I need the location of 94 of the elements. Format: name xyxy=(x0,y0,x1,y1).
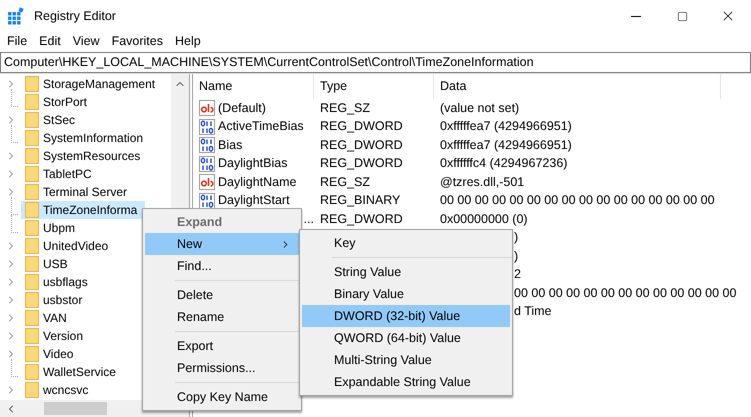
window-title: Registry Editor xyxy=(34,8,116,25)
folder-icon xyxy=(25,148,39,164)
menu-item[interactable]: Expandable String Value xyxy=(302,371,510,393)
menu-item[interactable]: String Value xyxy=(302,261,510,283)
column-header[interactable]: Data xyxy=(434,74,721,99)
value-name[interactable]: ActiveTimeBias xyxy=(218,117,304,136)
tree-item[interactable]: StorageManagement xyxy=(21,75,164,93)
menu-item[interactable]: Delete xyxy=(145,284,299,306)
tree-item[interactable]: Video xyxy=(21,345,82,363)
tree-item[interactable]: StSec xyxy=(21,111,84,129)
tree-item[interactable]: TimeZoneInforma xyxy=(21,201,146,219)
tree-item[interactable]: SystemInformation xyxy=(21,129,152,147)
binary-value-icon xyxy=(199,118,215,135)
value-data: 0xffffffc4 (4294967236) xyxy=(440,156,568,170)
value-data: 2 xyxy=(514,267,521,282)
menu-item[interactable]: Rename xyxy=(145,306,299,328)
tree-item[interactable]: USB xyxy=(21,255,76,273)
menu-item[interactable]: New xyxy=(145,233,299,255)
tree-item[interactable]: Version xyxy=(21,327,92,345)
address-field[interactable]: Computer\HKEY_LOCAL_MACHINE\SYSTEM\CurrentControlSet\Control\TimeZoneInformation xyxy=(0,52,751,73)
menu-bar-item[interactable]: Help xyxy=(168,32,207,51)
value-data: d Time xyxy=(514,304,552,318)
value-name[interactable]: DaylightStart xyxy=(218,191,290,210)
menu-item[interactable]: Permissions... xyxy=(145,357,299,379)
folder-icon xyxy=(25,256,39,272)
folder-icon xyxy=(25,292,39,308)
tree-item[interactable]: WalletService xyxy=(21,363,124,381)
value-data: 00 00 00 00 00 00 00 00 00 00 00 00 00 00 00 00 xyxy=(440,193,715,208)
value-data: 0x00000000 (0) xyxy=(440,212,528,226)
folder-icon xyxy=(25,184,39,200)
menu-bar-item[interactable]: Edit xyxy=(33,32,67,51)
folder-icon xyxy=(25,382,39,398)
menu-item[interactable]: Export xyxy=(145,335,299,357)
folder-icon xyxy=(25,166,39,182)
folder-icon xyxy=(25,346,39,362)
column-header[interactable]: Type xyxy=(314,74,434,99)
value-name[interactable]: (Default) xyxy=(218,98,266,118)
menu-bar-item[interactable]: Favorites xyxy=(106,32,169,51)
tree-item[interactable]: VAN xyxy=(21,309,75,327)
tree-item[interactable]: Ubpm xyxy=(21,219,84,237)
menu-bar-item[interactable]: View xyxy=(66,32,106,51)
value-name[interactable]: DaylightName xyxy=(218,172,297,192)
string-value-icon xyxy=(199,174,215,190)
value-name[interactable]: Bias xyxy=(218,136,242,155)
value-type: REG_SZ xyxy=(320,100,370,115)
menu-item[interactable]: Binary Value xyxy=(302,283,510,305)
menu-item[interactable]: Key xyxy=(302,232,510,254)
folder-icon xyxy=(25,310,39,326)
menu-item[interactable]: Multi-String Value xyxy=(302,349,510,371)
tree-item[interactable]: usbstor xyxy=(21,291,90,309)
binary-value-icon xyxy=(199,137,215,154)
folder-icon xyxy=(25,274,39,290)
scrollbar-thumb[interactable] xyxy=(44,402,107,415)
maximize-icon xyxy=(676,10,688,22)
folder-icon xyxy=(25,328,39,344)
tree-item[interactable]: UnitedVideo xyxy=(21,237,116,255)
tree-item[interactable]: SystemResources xyxy=(21,147,148,165)
tree-item[interactable]: usbflags xyxy=(21,273,96,291)
folder-icon xyxy=(25,202,39,218)
value-data: ) xyxy=(514,248,518,263)
value-type: REG_DWORD xyxy=(320,212,403,226)
tree-item[interactable]: TabletPC xyxy=(21,165,100,183)
value-type: REG_DWORD xyxy=(320,138,403,152)
menu-item[interactable]: QWORD (64-bit) Value xyxy=(302,327,510,349)
folder-icon xyxy=(25,130,39,146)
column-header[interactable]: Name xyxy=(193,74,314,99)
string-value-icon xyxy=(199,100,215,116)
tree-item[interactable]: StorPort xyxy=(21,93,96,111)
value-name[interactable]: DaylightBias xyxy=(218,154,288,174)
value-data: (value not set) xyxy=(440,100,520,115)
value-data: 0xfffffea7 (4294966951) xyxy=(440,119,572,134)
value-name[interactable]: ... xyxy=(304,210,314,229)
value-type: REG_DWORD xyxy=(320,156,403,170)
folder-icon xyxy=(25,76,39,92)
folder-icon xyxy=(25,364,39,380)
registry-cubes-icon xyxy=(7,7,25,25)
value-type: REG_DWORD xyxy=(320,119,403,134)
menu-bar-item[interactable]: File xyxy=(1,32,34,51)
folder-icon xyxy=(25,94,39,110)
value-type: REG_BINARY xyxy=(320,193,400,208)
binary-value-icon xyxy=(199,156,215,172)
tree-item[interactable]: wcncsvc xyxy=(21,381,96,399)
folder-icon xyxy=(25,220,39,236)
menu-item[interactable]: Copy Key Name xyxy=(145,386,299,408)
menu-item[interactable]: Find... xyxy=(145,255,299,277)
menu-item[interactable]: DWORD (32-bit) Value xyxy=(302,305,510,327)
tree-item[interactable]: Terminal Server xyxy=(21,183,136,201)
value-data: 00 00 00 00 00 00 00 00 00 00 00 00 00 xyxy=(514,286,736,300)
value-type: REG_SZ xyxy=(320,174,370,189)
value-data: 0xfffffea7 (4294966951) xyxy=(440,138,572,152)
folder-icon xyxy=(25,238,39,254)
value-data: @tzres.dll,-501 xyxy=(440,174,524,189)
value-data: ) xyxy=(514,230,518,244)
folder-icon xyxy=(25,112,39,128)
